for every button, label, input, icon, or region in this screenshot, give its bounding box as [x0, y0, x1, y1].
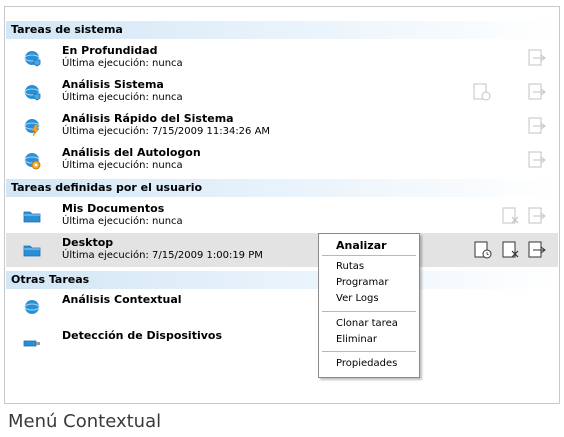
run-task-icon[interactable]	[527, 116, 547, 136]
task-status: Última ejecución: nunca	[62, 92, 183, 103]
globe-icon	[24, 300, 40, 314]
folder-icon	[23, 211, 41, 223]
run-task-icon[interactable]	[527, 240, 547, 260]
run-task-icon[interactable]	[527, 150, 547, 170]
menu-separator	[322, 311, 416, 312]
globe-shield-icon	[24, 85, 41, 101]
section-header-user-tasks: Tareas definidas por el usuario	[6, 179, 558, 197]
task-name: Análisis Rápido del Sistema	[62, 112, 234, 125]
menu-item-rutas[interactable]: Rutas	[336, 261, 364, 272]
schedule-icon[interactable]	[472, 82, 492, 102]
task-row-mis-documentos[interactable]: Mis Documentos Última ejecución: nunca	[6, 199, 558, 233]
task-row-analisis-rapido[interactable]: Análisis Rápido del Sistema Última ejecu…	[6, 109, 558, 143]
menu-item-programar[interactable]: Programar	[336, 277, 388, 288]
task-row-desktop[interactable]: Desktop Última ejecución: 7/15/2009 1:00…	[6, 233, 558, 267]
menu-item-analizar[interactable]: Analizar	[336, 239, 387, 252]
run-task-icon[interactable]	[527, 82, 547, 102]
menu-separator	[322, 351, 416, 352]
task-status: Última ejecución: nunca	[62, 216, 183, 227]
task-name: Análisis Sistema	[62, 78, 164, 91]
figure-caption: Menú Contextual	[8, 411, 162, 432]
task-row-deteccion-dispositivos[interactable]: Detección de Dispositivos	[6, 325, 558, 359]
run-task-icon[interactable]	[527, 206, 547, 226]
delete-task-icon[interactable]	[501, 206, 521, 226]
schedule-icon[interactable]	[473, 240, 493, 260]
task-row-analisis-autologon[interactable]: Análisis del Autologon Última ejecución:…	[6, 143, 558, 177]
task-status: Última ejecución: nunca	[62, 160, 183, 171]
usb-icon	[23, 340, 40, 347]
section-header-system-tasks: Tareas de sistema	[6, 21, 558, 39]
task-status: Última ejecución: 7/15/2009 1:00:19 PM	[62, 250, 263, 261]
menu-separator	[322, 255, 416, 256]
globe-gear-icon	[24, 153, 41, 170]
task-name: Análisis Contextual	[62, 293, 182, 306]
delete-task-icon[interactable]	[501, 240, 521, 260]
run-task-icon[interactable]	[527, 48, 547, 68]
menu-item-propiedades[interactable]: Propiedades	[336, 358, 397, 369]
task-panel: Tareas de sistema En Profundidad Última …	[4, 6, 560, 404]
menu-item-ver-logs[interactable]: Ver Logs	[336, 293, 379, 304]
task-row-analisis-sistema[interactable]: Análisis Sistema Última ejecución: nunca	[6, 75, 558, 109]
task-name: Detección de Dispositivos	[62, 329, 223, 342]
menu-item-eliminar[interactable]: Eliminar	[336, 334, 377, 345]
task-name: Análisis del Autologon	[62, 146, 201, 159]
menu-item-clonar-tarea[interactable]: Clonar tarea	[336, 318, 398, 329]
section-header-other-tasks: Otras Tareas	[6, 271, 558, 289]
task-name: En Profundidad	[62, 44, 158, 57]
task-status: Última ejecución: 7/15/2009 11:34:26 AM	[62, 126, 271, 137]
context-menu: Analizar Rutas Programar Ver Logs Clonar…	[318, 233, 420, 378]
folder-icon	[23, 245, 41, 257]
globe-lightning-icon	[24, 119, 40, 136]
task-status: Última ejecución: nunca	[62, 58, 183, 69]
task-row-en-profundidad[interactable]: En Profundidad Última ejecución: nunca	[6, 41, 558, 75]
task-name: Mis Documentos	[62, 202, 165, 215]
task-name: Desktop	[62, 236, 114, 249]
task-row-analisis-contextual[interactable]: Análisis Contextual	[6, 289, 558, 323]
globe-shield-icon	[24, 51, 41, 67]
